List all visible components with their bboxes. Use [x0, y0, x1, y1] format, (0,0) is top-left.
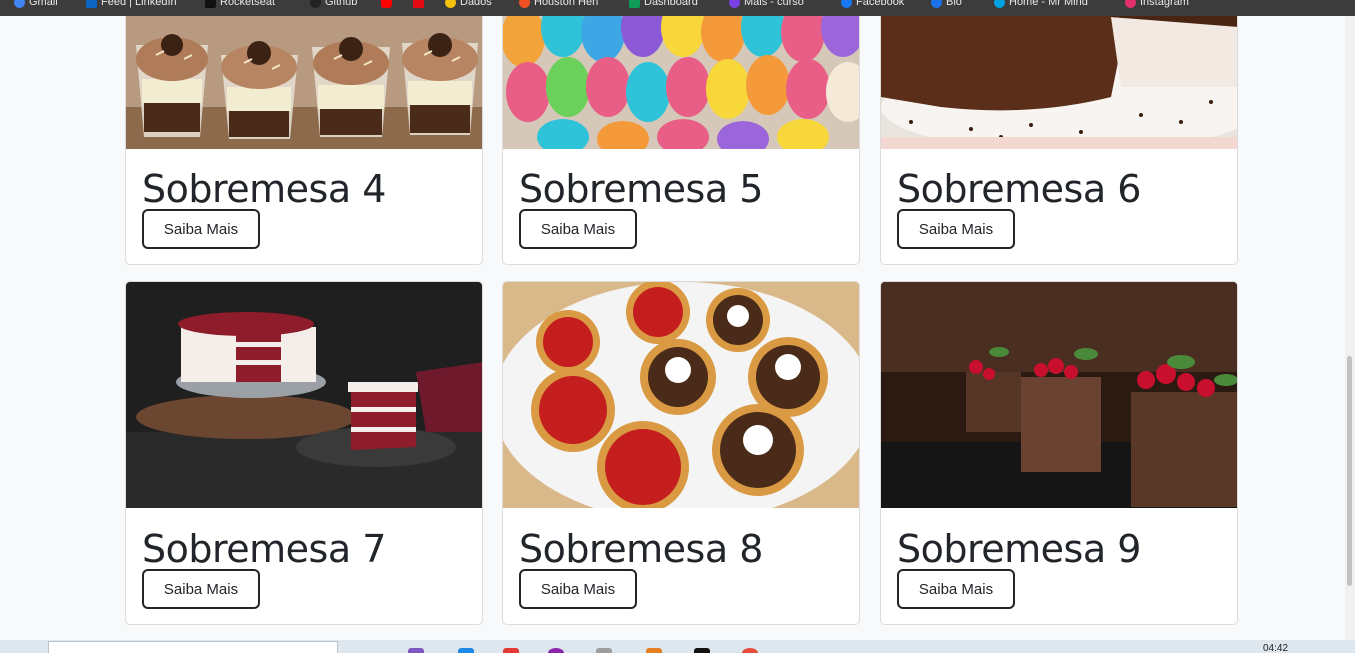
mr-mind-icon	[994, 0, 1005, 8]
bookmark-instagram[interactable]: Instagram	[1125, 0, 1189, 9]
saiba-mais-button[interactable]: Saiba Mais	[142, 209, 260, 249]
red-velvet-cake-image	[126, 282, 482, 508]
card-title: Sobremesa 6	[897, 167, 1141, 211]
bookmark-dashboard[interactable]: Dashboard	[629, 0, 698, 9]
bookmark-rocketseat[interactable]: Rocketseat	[205, 0, 275, 9]
taskbar-app-icon[interactable]	[548, 648, 564, 653]
dados-icon	[445, 0, 456, 8]
instagram-icon	[1125, 0, 1136, 8]
saiba-mais-button[interactable]: Saiba Mais	[142, 569, 260, 609]
card-sobremesa-8: Sobremesa 8 Saiba Mais	[502, 281, 860, 625]
card-title: Sobremesa 5	[519, 167, 763, 211]
card-title: Sobremesa 7	[142, 527, 386, 571]
saiba-mais-button[interactable]: Saiba Mais	[519, 569, 637, 609]
bookmark-mais-curso[interactable]: Mais - curso	[729, 0, 804, 9]
houston-icon	[519, 0, 530, 8]
card-sobremesa-5: Sobremesa 5 Saiba Mais	[502, 16, 860, 265]
taskbar-clock: 04:42	[1263, 643, 1289, 653]
card-sobremesa-4: Sobremesa 4 Saiba Mais	[125, 16, 483, 265]
bookmark-youtube[interactable]	[381, 0, 392, 9]
card-title: Sobremesa 9	[897, 527, 1141, 571]
dashboard-icon	[629, 0, 640, 8]
netflix-icon	[413, 0, 424, 8]
taskbar-app-icon[interactable]	[694, 648, 710, 653]
bookmark-linkedin[interactable]: Feed | LinkedIn	[86, 0, 177, 9]
taskbar-app-icon[interactable]	[458, 648, 474, 653]
bookmark-dados[interactable]: Dados	[445, 0, 492, 9]
page-viewport: Sobremesa 4 Saiba Mais Sobremesa 5 Saiba…	[0, 16, 1345, 640]
gmail-icon	[14, 0, 25, 8]
cupcakes-in-cups-image	[126, 16, 482, 149]
chrome-icon[interactable]	[742, 648, 758, 653]
scrollbar-thumb[interactable]	[1347, 356, 1352, 586]
taskbar-app-icon[interactable]	[646, 648, 662, 653]
taskbar-app-icon[interactable]	[596, 648, 612, 653]
card-sobremesa-9: Sobremesa 9 Saiba Mais	[880, 281, 1238, 625]
bookmark-houston[interactable]: Houston Hen	[519, 0, 598, 9]
bookmark-bio[interactable]: Bio	[931, 0, 962, 9]
chocolate-mousse-image	[881, 282, 1237, 508]
facebook-icon	[841, 0, 852, 8]
card-sobremesa-6: Sobremesa 6 Saiba Mais	[880, 16, 1238, 265]
rocketseat-icon	[205, 0, 216, 8]
vertical-scrollbar[interactable]	[1345, 16, 1355, 640]
bookmark-facebook[interactable]: Facebook	[841, 0, 904, 9]
linkedin-icon	[86, 0, 97, 8]
saiba-mais-button[interactable]: Saiba Mais	[897, 209, 1015, 249]
bio-icon	[931, 0, 942, 8]
saiba-mais-button[interactable]: Saiba Mais	[519, 209, 637, 249]
taskbar-app-icon[interactable]	[503, 648, 519, 653]
tarts-image	[503, 282, 859, 508]
card-title: Sobremesa 4	[142, 167, 386, 211]
windows-taskbar: 04:42	[0, 640, 1355, 653]
mais-curso-icon	[729, 0, 740, 8]
card-sobremesa-7: Sobremesa 7 Saiba Mais	[125, 281, 483, 625]
youtube-icon	[381, 0, 392, 8]
macarons-image	[503, 16, 859, 149]
bookmark-github[interactable]: Github	[310, 0, 357, 9]
taskbar-app-icon[interactable]	[408, 648, 424, 653]
bookmark-netflix[interactable]	[413, 0, 424, 9]
chocolate-cake-image	[881, 16, 1237, 149]
bookmark-mr-mind[interactable]: Home - Mr Mind	[994, 0, 1088, 9]
bookmark-gmail[interactable]: Gmail	[14, 0, 58, 9]
saiba-mais-button[interactable]: Saiba Mais	[897, 569, 1015, 609]
taskbar-search-box[interactable]	[48, 641, 338, 653]
github-icon	[310, 0, 321, 8]
bookmarks-bar: Gmail Feed | LinkedIn Rocketseat Github …	[0, 0, 1355, 16]
card-title: Sobremesa 8	[519, 527, 763, 571]
